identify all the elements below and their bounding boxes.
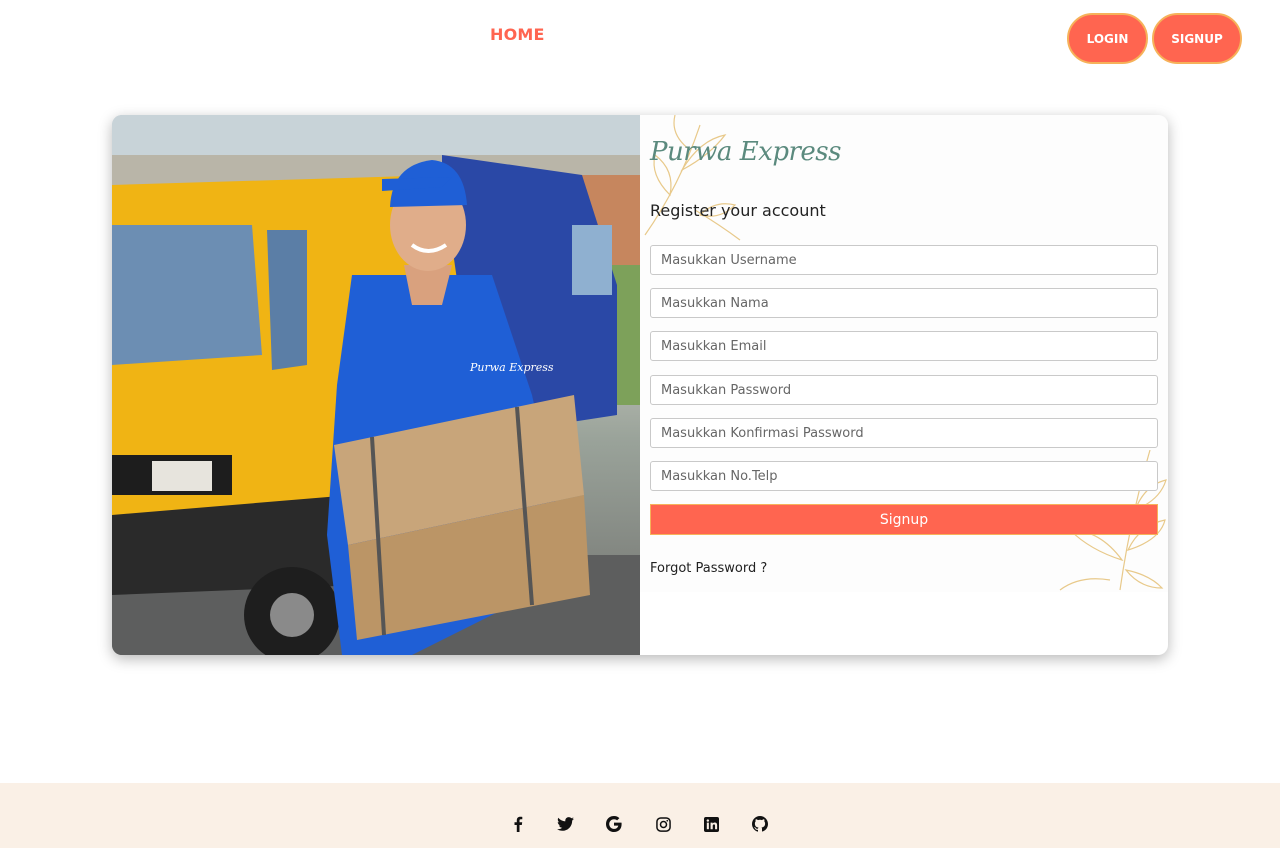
username-field[interactable] [650,245,1158,275]
facebook-icon[interactable] [507,815,529,833]
signup-submit-button[interactable]: Signup [650,504,1158,535]
footer [0,783,1280,848]
linkedin-icon[interactable] [700,815,722,833]
password-field[interactable] [650,375,1158,405]
phone-field[interactable] [650,461,1158,491]
email-field[interactable] [650,331,1158,361]
confirm-password-field[interactable] [650,418,1158,448]
top-nav: HOME LOGIN SIGNUP [0,0,1280,72]
signup-nav-button[interactable]: SIGNUP [1152,13,1242,64]
shirt-logo-text: Purwa Express [469,361,554,374]
courier-illustration: Purwa Express [112,115,640,655]
brand-logo: Purwa Express [650,137,841,167]
nav-home-link[interactable]: HOME [490,25,545,44]
register-form: Purwa Express Register your account Sign… [640,115,1168,592]
courier-photo: Purwa Express [112,115,640,655]
register-card: Purwa Express Purwa Express Register you… [112,115,1168,655]
name-field[interactable] [650,288,1158,318]
forgot-password-link[interactable]: Forgot Password ? [650,561,767,576]
instagram-icon[interactable] [652,815,674,833]
google-icon[interactable] [603,815,625,833]
login-button[interactable]: LOGIN [1067,13,1148,64]
github-icon[interactable] [749,815,771,833]
twitter-icon[interactable] [554,815,576,833]
form-heading: Register your account [650,201,826,220]
floral-decoration-top [644,115,741,241]
